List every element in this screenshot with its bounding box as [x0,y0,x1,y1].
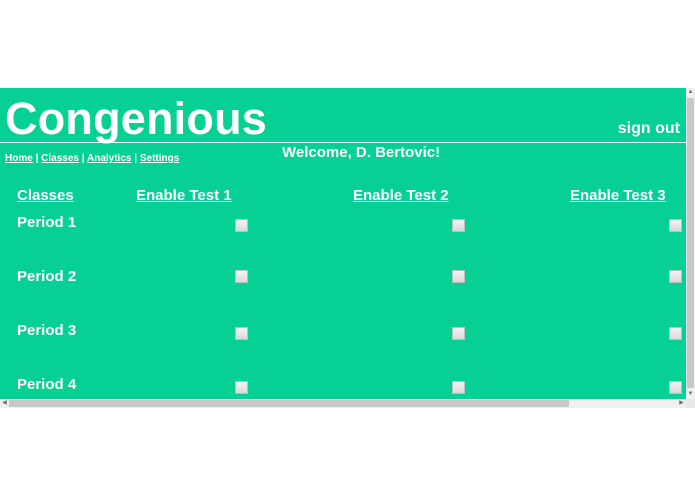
checkbox-period-1-test-2[interactable] [452,219,465,232]
checkbox-period-3-test-3[interactable] [669,327,682,340]
column-header-classes: Classes [17,187,74,204]
horizontal-scroll-thumb[interactable] [9,400,569,407]
column-header-enable-test-3: Enable Test 3 [570,187,666,204]
column-header-enable-test-2: Enable Test 2 [353,187,449,204]
column-header-enable-test-1: Enable Test 1 [136,187,232,204]
nav-links: Home | Classes | Analytics | Settings [5,153,179,164]
scrollbar-corner [686,399,695,408]
nav-link-settings[interactable]: Settings [140,153,179,164]
scroll-down-arrow-icon[interactable]: ▼ [686,390,695,399]
nav-separator: | [134,153,138,164]
scroll-right-arrow-icon[interactable]: ▶ [677,399,686,408]
checkbox-period-2-test-1[interactable] [235,270,248,283]
checkbox-period-1-test-1[interactable] [235,219,248,232]
vertical-scroll-thumb[interactable] [687,98,694,388]
welcome-message: Welcome, D. Bertovic! [282,144,441,161]
sign-out-link[interactable]: sign out [618,120,680,138]
checkbox-period-1-test-3[interactable] [669,219,682,232]
nav-link-home[interactable]: Home [5,153,33,164]
checkbox-period-4-test-1[interactable] [235,381,248,394]
checkbox-period-3-test-2[interactable] [452,327,465,340]
browser-frame: Congenious sign out Home | Classes | Ana… [0,88,695,408]
checkbox-period-4-test-2[interactable] [452,381,465,394]
row-label-period-1: Period 1 [17,214,77,231]
scroll-left-arrow-icon[interactable]: ◀ [0,399,9,408]
page-viewport: Congenious sign out Home | Classes | Ana… [0,88,686,399]
nav-link-classes[interactable]: Classes [41,153,79,164]
nav-separator: | [81,153,85,164]
header-divider [0,142,686,143]
vertical-scrollbar[interactable]: ▲ ▼ [686,88,695,399]
nav-separator: | [35,153,39,164]
row-label-period-2: Period 2 [17,268,77,285]
nav-link-analytics[interactable]: Analytics [87,153,131,164]
scroll-up-arrow-icon[interactable]: ▲ [686,88,695,97]
horizontal-scrollbar[interactable]: ◀ ▶ [0,399,686,408]
checkbox-period-2-test-2[interactable] [452,270,465,283]
checkbox-period-3-test-1[interactable] [235,327,248,340]
row-label-period-3: Period 3 [17,322,77,339]
brand-title: Congenious [5,93,267,144]
row-label-period-4: Period 4 [17,376,77,393]
checkbox-period-2-test-3[interactable] [669,270,682,283]
checkbox-period-4-test-3[interactable] [669,381,682,394]
